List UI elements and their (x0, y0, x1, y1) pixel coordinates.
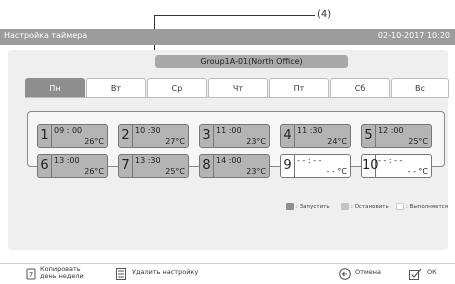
slot-time: 13 :30 (135, 156, 161, 165)
slot-number: 4 (281, 125, 295, 147)
list-icon (116, 268, 126, 280)
slot-number: 7 (119, 155, 133, 177)
legend-run-label: : Запустить (296, 204, 330, 210)
legend-run: : Запустить (286, 203, 330, 210)
back-arrow-icon (339, 268, 351, 280)
tab-mon[interactable]: Пн (25, 78, 85, 98)
timer-slot[interactable]: 1 09 : 00 26°C (37, 124, 108, 148)
slot-time: 13 :00 (54, 156, 80, 165)
ok-button[interactable]: ОК (409, 264, 449, 284)
slot-time: 14 :00 (216, 156, 242, 165)
tab-divider (25, 97, 449, 98)
tab-sat[interactable]: Сб (330, 78, 390, 98)
timer-slot[interactable]: 6 13 :00 26°C (37, 154, 108, 178)
slot-number: 1 (38, 125, 52, 147)
slot-time: - - : - - (297, 156, 322, 165)
timer-slot[interactable]: 2 10 :30 27°C (118, 124, 189, 148)
callout-line-horizontal (154, 15, 315, 16)
group-name-label: Group1A-01(North Office) (155, 55, 348, 68)
slot-temperature: 26°C (84, 137, 104, 146)
legend-run-swatch (286, 203, 294, 210)
slot-temperature: 25°C (408, 137, 428, 146)
svg-text:7: 7 (29, 271, 33, 279)
tab-fri[interactable]: Пт (269, 78, 329, 98)
delete-setting-button[interactable]: Удалить настройку (116, 264, 206, 284)
slot-number: 10 (362, 155, 379, 177)
timer-slot-area: 1 09 : 00 26°C 2 10 :30 27°C 3 11 :00 23… (27, 111, 445, 178)
callout-label: (4) (317, 9, 332, 20)
copy-day-button[interactable]: 7 Копировать день недели (26, 264, 96, 284)
copy-icon: 7 (26, 268, 36, 280)
tab-tue[interactable]: Вт (86, 78, 146, 98)
tab-sun[interactable]: Вс (391, 78, 449, 98)
slot-time: 10 :30 (135, 126, 161, 135)
timer-slot[interactable]: 8 14 :00 23°C (199, 154, 270, 178)
tab-thu[interactable]: Чт (208, 78, 268, 98)
legend-running-swatch (396, 203, 404, 210)
window-title: Настройка таймера (4, 31, 88, 40)
timer-slot[interactable]: 5 12 :00 25°C (361, 124, 432, 148)
slot-time: - - : - - (378, 156, 403, 165)
slot-temperature: 24°C (327, 137, 347, 146)
slot-temperature: 26°C (84, 167, 104, 176)
slot-time: 09 : 00 (54, 126, 83, 135)
timer-slot[interactable]: 7 13 :30 25°C (118, 154, 189, 178)
title-bar: Настройка таймера 02-10-2017 10:20 (0, 29, 455, 45)
timer-slot-empty[interactable]: 10 - - : - - - - °C (361, 154, 432, 178)
slot-temperature: 25°C (165, 167, 185, 176)
timer-slot[interactable]: 4 11 :30 24°C (280, 124, 351, 148)
timer-slot[interactable]: 3 11 :00 23°C (199, 124, 270, 148)
slot-temperature: 27°C (165, 137, 185, 146)
legend-stop-label: : Остановить (351, 204, 389, 210)
slot-temperature: 23°C (246, 137, 266, 146)
slot-time: 12 :00 (378, 126, 404, 135)
legend-running: : Выполняется (396, 203, 448, 210)
ok-label: ОК (427, 268, 437, 276)
legend-stop: : Остановить (341, 203, 389, 210)
cancel-button[interactable]: Отмена (339, 264, 389, 284)
slot-number: 3 (200, 125, 214, 147)
checkmark-icon (409, 268, 422, 280)
slot-number: 9 (281, 155, 295, 177)
slot-temperature: 23°C (246, 167, 266, 176)
legend-running-label: : Выполняется (406, 204, 449, 210)
tab-wed[interactable]: Ср (147, 78, 207, 98)
slot-number: 8 (200, 155, 214, 177)
copy-day-label-2: день недели (40, 272, 84, 280)
slot-time: 11 :30 (297, 126, 323, 135)
slot-number: 6 (38, 155, 52, 177)
slot-time: 11 :00 (216, 126, 242, 135)
slot-temperature: - - °C (326, 167, 347, 176)
slot-number: 2 (119, 125, 133, 147)
delete-setting-label: Удалить настройку (132, 268, 199, 276)
timer-slot-empty[interactable]: 9 - - : - - - - °C (280, 154, 351, 178)
slot-number: 5 (362, 125, 376, 147)
bottom-toolbar: 7 Копировать день недели Удалить настрой… (0, 263, 455, 284)
legend-stop-swatch (341, 203, 349, 210)
slot-temperature: - - °C (407, 167, 428, 176)
date-time: 02-10-2017 10:20 (377, 31, 450, 40)
cancel-label: Отмена (355, 268, 382, 276)
